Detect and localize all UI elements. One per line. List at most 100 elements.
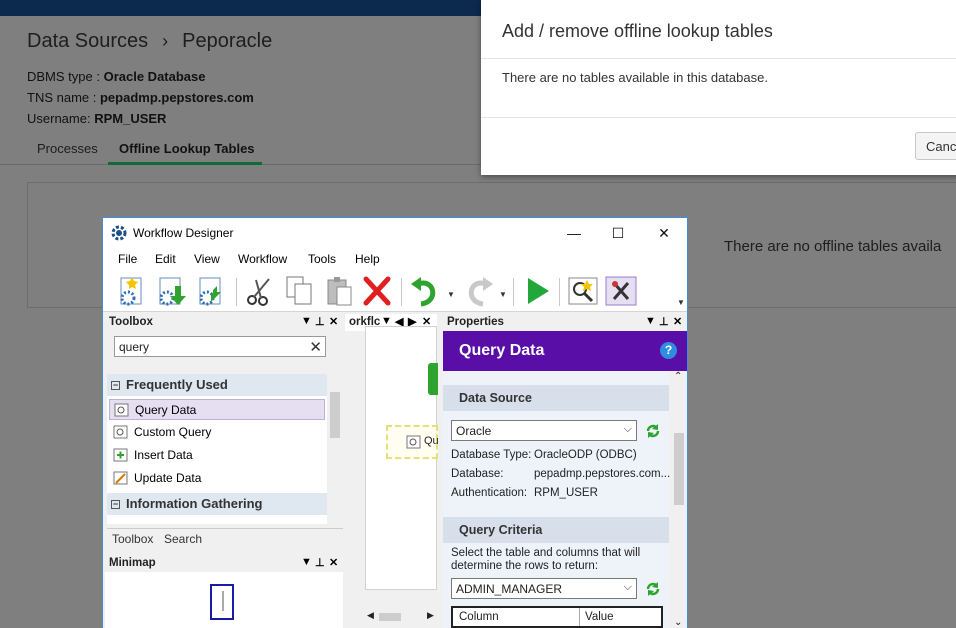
authentication-row: Authentication: RPM_USER: [451, 487, 598, 499]
canvas-horizontal-scrollbar[interactable]: ◀ ▶: [365, 610, 437, 624]
favorites-search-icon[interactable]: [567, 274, 599, 308]
redo-dropdown-icon[interactable]: ▼: [499, 290, 507, 299]
scrollbar-thumb[interactable]: [379, 613, 401, 621]
properties-scrollbar[interactable]: ⌃ ⌄: [671, 371, 687, 628]
pin-icon[interactable]: ⊥: [659, 315, 669, 328]
tools-icon[interactable]: [605, 274, 637, 308]
close-button[interactable]: ✕: [653, 222, 675, 244]
dialog-message: There are no tables available in this da…: [502, 70, 768, 85]
redo-icon[interactable]: [463, 274, 495, 308]
dbms-type-label: DBMS type :: [27, 69, 100, 84]
window-title: Workflow Designer: [133, 226, 234, 240]
new-workflow-icon[interactable]: [116, 274, 148, 308]
save-workflow-icon[interactable]: [195, 274, 227, 308]
menu-help[interactable]: Help: [355, 252, 380, 266]
minimize-button[interactable]: —: [563, 222, 585, 244]
copy-icon[interactable]: [283, 274, 315, 308]
tab-offline-lookup-tables[interactable]: Offline Lookup Tables: [119, 141, 255, 156]
tab-search[interactable]: Search: [164, 532, 202, 546]
data-source-dropdown[interactable]: Oracle ⌵: [451, 420, 637, 441]
tab-toolbox[interactable]: Toolbox: [112, 532, 153, 546]
scrollbar-thumb[interactable]: [330, 392, 340, 438]
active-tab-indicator: [108, 162, 262, 165]
cut-icon[interactable]: [243, 274, 275, 308]
breadcrumb-current: Peporacle: [182, 30, 273, 52]
clear-search-icon[interactable]: ✕: [309, 338, 322, 356]
menu-view[interactable]: View: [194, 252, 220, 266]
scroll-right-icon[interactable]: ▶: [427, 610, 434, 621]
pane-menu-icon[interactable]: ▼: [301, 315, 312, 327]
paste-icon[interactable]: [323, 274, 355, 308]
tool-label: Query Data: [135, 403, 197, 417]
close-icon[interactable]: ✕: [673, 315, 682, 328]
window-titlebar[interactable]: Workflow Designer — ☐ ✕: [103, 218, 687, 248]
start-node[interactable]: [428, 363, 438, 395]
category-label: Information Gathering: [126, 496, 263, 511]
dbms-type-row: DBMS type : Oracle Database: [27, 69, 206, 84]
minimap-viewport[interactable]: [209, 583, 235, 621]
scroll-down-icon[interactable]: ⌄: [674, 617, 682, 628]
collapse-icon[interactable]: −: [111, 381, 120, 390]
authentication-value: RPM_USER: [534, 487, 598, 499]
menu-file[interactable]: File: [118, 252, 137, 266]
refresh-icon[interactable]: [645, 423, 661, 439]
minimap-pane: Minimap ▼ ⊥ ✕: [105, 555, 343, 628]
breadcrumb-root[interactable]: Data Sources: [27, 30, 148, 52]
menu-tools[interactable]: Tools: [308, 252, 336, 266]
properties-pane: Properties ▼ ⊥ ✕ Query Data ? Data Sourc…: [443, 314, 687, 628]
menu-edit[interactable]: Edit: [155, 252, 176, 266]
pin-icon[interactable]: ⊥: [315, 315, 325, 328]
toolbox-header: Toolbox ▼ ⊥ ✕: [105, 314, 343, 331]
menu-workflow[interactable]: Workflow: [238, 252, 287, 266]
properties-title: Properties: [447, 316, 504, 328]
pane-menu-icon[interactable]: ▼: [301, 556, 312, 568]
undo-icon[interactable]: [409, 274, 441, 308]
database-label: Database:: [451, 468, 504, 480]
toolbox-scrollbar[interactable]: [327, 374, 343, 524]
run-icon[interactable]: [521, 274, 553, 308]
grid-column-divider: [579, 608, 580, 626]
tab-processes[interactable]: Processes: [37, 141, 98, 156]
tool-label: Custom Query: [134, 425, 212, 439]
scrollbar-thumb[interactable]: [674, 433, 684, 505]
scroll-left-icon[interactable]: ◀: [367, 610, 374, 621]
database-value: pepadmp.pepstores.com...: [534, 468, 671, 480]
close-icon[interactable]: ✕: [329, 556, 338, 569]
workflow-canvas[interactable]: Qu: [365, 326, 439, 590]
tool-custom-query[interactable]: Custom Query: [109, 422, 325, 443]
category-frequently-used[interactable]: − Frequently Used: [107, 374, 327, 396]
tool-update-data[interactable]: Update Data: [109, 468, 325, 489]
pane-menu-icon[interactable]: ▼: [645, 315, 656, 327]
table-dropdown[interactable]: ADMIN_MANAGER ⌵: [451, 578, 637, 599]
collapse-icon[interactable]: −: [111, 500, 120, 509]
empty-state-message: There are no offline tables availa: [724, 238, 942, 255]
pin-icon[interactable]: ⊥: [315, 556, 325, 569]
tool-insert-data[interactable]: Insert Data: [109, 445, 325, 466]
query-criteria-heading: Query Criteria: [443, 517, 669, 543]
maximize-button[interactable]: ☐: [607, 222, 629, 244]
undo-dropdown-icon[interactable]: ▼: [447, 290, 455, 299]
toolbar-overflow-icon[interactable]: ▼: [677, 298, 685, 307]
cancel-button[interactable]: Canc: [915, 132, 956, 160]
query-criteria-hint: Select the table and columns that will d…: [451, 547, 641, 572]
tool-query-data[interactable]: Query Data: [109, 399, 325, 420]
help-icon[interactable]: ?: [660, 342, 677, 359]
username-label: Username:: [27, 111, 91, 126]
toolbox-search-input[interactable]: query ✕: [114, 336, 326, 357]
delete-icon[interactable]: [361, 274, 393, 308]
minimap-header: Minimap ▼ ⊥ ✕: [105, 555, 343, 572]
query-data-icon: [406, 435, 421, 449]
username-row: Username: RPM_USER: [27, 111, 166, 126]
toolbar-separator: [236, 278, 237, 306]
category-information-gathering[interactable]: − Information Gathering: [107, 493, 327, 515]
scroll-up-icon[interactable]: ⌃: [674, 371, 682, 382]
refresh-icon[interactable]: [645, 581, 661, 597]
criteria-grid[interactable]: Column Value: [451, 606, 663, 628]
query-data-icon: [114, 403, 129, 417]
toolbox-pane: Toolbox ▼ ⊥ ✕ query ✕ − Frequently Used Q…: [105, 314, 343, 552]
category-label: Frequently Used: [126, 377, 228, 392]
query-node[interactable]: Qu: [386, 425, 439, 459]
close-icon[interactable]: ✕: [329, 315, 338, 328]
chevron-down-icon: ⌵: [623, 423, 632, 435]
open-workflow-icon[interactable]: [155, 274, 187, 308]
